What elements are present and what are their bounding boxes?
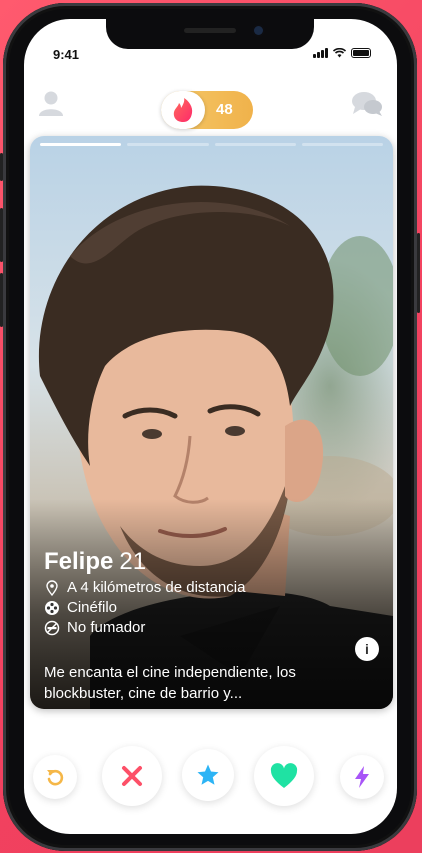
like-button[interactable] xyxy=(254,746,314,806)
close-icon xyxy=(122,766,142,786)
wifi-icon xyxy=(333,48,346,58)
rewind-button[interactable] xyxy=(33,755,77,799)
detail-distance: A 4 kilómetros de distancia xyxy=(44,579,245,596)
photo-indicator[interactable] xyxy=(127,143,209,146)
heart-icon xyxy=(270,763,298,788)
power-button xyxy=(417,233,420,313)
super-like-button[interactable] xyxy=(182,749,234,801)
location-pin-icon xyxy=(46,579,58,596)
boost-button[interactable] xyxy=(340,755,384,799)
top-nav: 48 xyxy=(24,74,397,129)
info-button[interactable]: i xyxy=(355,637,379,661)
app-screen: 9:41 48 Felipe 21 A 4 kilómetros de dist… xyxy=(24,19,397,834)
profile-info: Felipe 21 A 4 kilómetros de distancia Ci… xyxy=(44,548,245,636)
status-icons xyxy=(313,48,371,58)
detail-text: Cinéfilo xyxy=(67,599,118,616)
status-time: 9:41 xyxy=(53,47,80,62)
battery-icon xyxy=(351,48,371,58)
phone-frame: 9:41 48 Felipe 21 A 4 kilómetros de dist… xyxy=(0,3,420,851)
flame-logo xyxy=(161,91,205,129)
star-icon xyxy=(197,764,219,785)
detail-lifestyle: No fumador xyxy=(44,619,245,636)
profile-icon[interactable] xyxy=(38,90,64,116)
profile-name: Felipe xyxy=(44,548,114,575)
boost-toggle[interactable]: 48 xyxy=(161,91,253,129)
detail-text: A 4 kilómetros de distancia xyxy=(67,579,246,596)
nope-button[interactable] xyxy=(102,746,162,806)
action-bar xyxy=(24,741,397,811)
photo-progress xyxy=(40,143,383,146)
photo-indicator[interactable] xyxy=(214,143,296,146)
rewind-icon xyxy=(47,769,64,786)
photo-indicator[interactable] xyxy=(40,143,122,146)
profile-age: 21 xyxy=(119,548,147,575)
mute-switch xyxy=(0,153,3,181)
chat-icon[interactable] xyxy=(351,90,383,118)
flame-icon xyxy=(173,98,193,122)
photo-indicator[interactable] xyxy=(301,143,383,146)
profile-bio: Me encanta el cine independiente, los bl… xyxy=(44,664,296,702)
boost-count: 48 xyxy=(216,101,233,118)
detail-interest: Cinéfilo xyxy=(44,599,245,616)
film-reel-icon xyxy=(45,600,59,615)
volume-down-button xyxy=(0,273,3,327)
volume-up-button xyxy=(0,208,3,262)
lightning-icon xyxy=(355,766,369,788)
profile-card[interactable]: Felipe 21 A 4 kilómetros de distancia Ci… xyxy=(30,136,393,709)
notch xyxy=(106,19,314,49)
signal-icon xyxy=(313,48,328,58)
detail-text: No fumador xyxy=(67,619,146,636)
no-smoking-icon xyxy=(44,620,60,635)
